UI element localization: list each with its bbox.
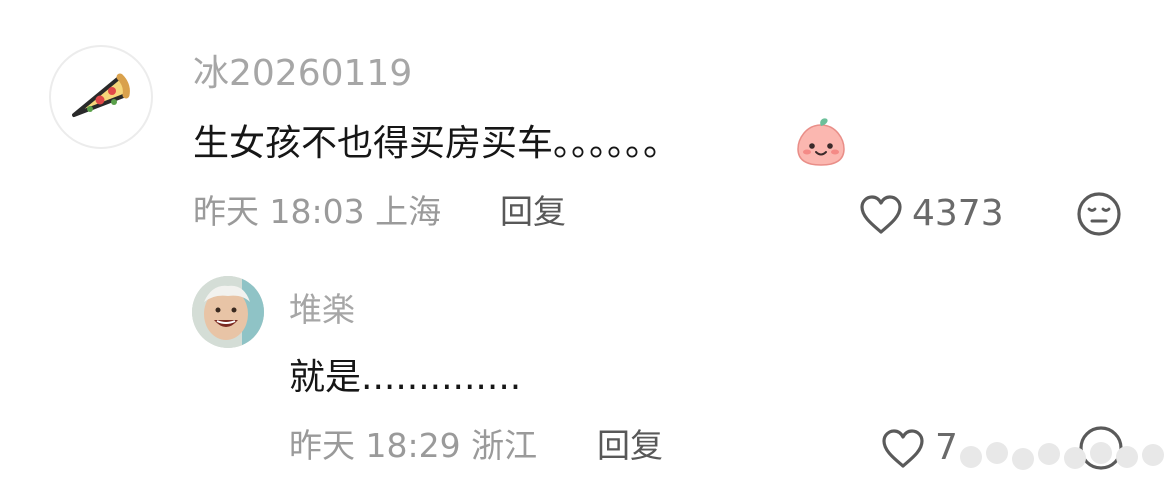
comment-meta: 昨天 18:03 上海	[193, 190, 441, 234]
reply-reply-button[interactable]: 回复	[597, 424, 663, 468]
reply-button[interactable]: 回复	[500, 190, 566, 234]
heart-outline-icon[interactable]	[881, 428, 925, 470]
meh-face-icon[interactable]	[1075, 190, 1123, 238]
reply-time: 昨天 18:29	[289, 426, 461, 465]
like-count: 4373	[912, 193, 1004, 234]
commenter-avatar[interactable]	[49, 45, 153, 149]
reply-meta: 昨天 18:29 浙江	[289, 424, 537, 468]
pizza-icon	[72, 73, 130, 117]
peach-smile-emoji	[797, 118, 845, 166]
replier-avatar[interactable]	[192, 276, 264, 348]
replier-username[interactable]: 堆楽	[289, 288, 355, 332]
comment-text: 生女孩不也得买房买车。。。。。。	[193, 123, 680, 164]
avatar-photo	[192, 276, 264, 348]
comment-time: 昨天 18:03	[193, 192, 365, 231]
reply-like-count: 7	[935, 427, 958, 468]
commenter-username[interactable]: 冰20260119	[193, 52, 412, 96]
watermark-overlay	[958, 436, 1168, 476]
heart-outline-icon[interactable]	[859, 194, 903, 236]
reply-text: 就是..............	[289, 357, 522, 398]
reply-location: 浙江	[471, 426, 538, 465]
comment-location: 上海	[375, 192, 442, 231]
